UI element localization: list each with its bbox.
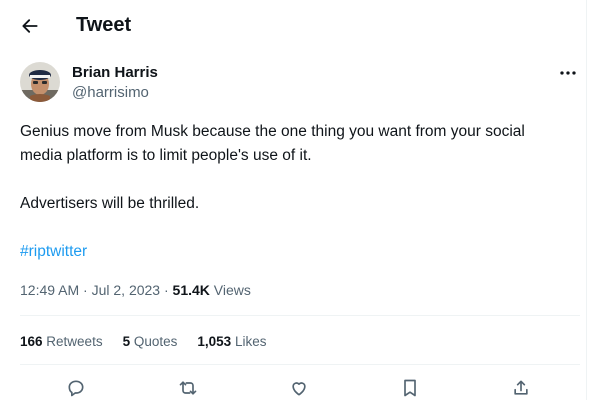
views-label: Views xyxy=(213,282,251,298)
retweets-label: Retweets xyxy=(46,334,103,349)
back-button[interactable] xyxy=(16,12,44,40)
avatar[interactable] xyxy=(20,62,60,102)
timestamp[interactable]: 12:49 AM · Jul 2, 2023 · xyxy=(20,282,173,298)
tweet-paragraph: Genius move from Musk because the one th… xyxy=(20,123,525,164)
like-button[interactable] xyxy=(287,376,311,400)
quotes-label: Quotes xyxy=(133,334,178,349)
bookmark-icon xyxy=(404,379,416,397)
likes-label: Likes xyxy=(234,334,267,349)
hashtag-link[interactable]: #riptwitter xyxy=(20,240,87,264)
likes-stat[interactable]: 1,053 Likes xyxy=(197,332,266,352)
action-bar xyxy=(0,376,586,400)
bookmark-button[interactable] xyxy=(398,376,422,400)
author-name[interactable]: Brian Harris xyxy=(72,63,158,83)
more-button[interactable] xyxy=(556,66,580,80)
divider xyxy=(20,364,580,365)
engagement-stats: 166 Retweets 5 Quotes 1,053 Likes xyxy=(20,332,266,352)
share-icon xyxy=(514,380,528,395)
share-button[interactable] xyxy=(509,376,533,400)
like-icon xyxy=(292,382,306,396)
tweet-text: Genius move from Musk because the one th… xyxy=(20,120,570,212)
retweet-button[interactable] xyxy=(176,376,200,400)
divider xyxy=(20,315,580,316)
page-title: Tweet xyxy=(76,14,132,36)
more-icon xyxy=(560,71,576,75)
back-arrow-icon xyxy=(22,19,38,33)
tweet-meta: 12:49 AM · Jul 2, 2023 · 51.4K Views xyxy=(20,280,251,300)
author-block: Brian Harris @harrisimo xyxy=(72,63,158,103)
retweets-count: 166 xyxy=(20,334,43,349)
tweet-paragraph: Advertisers will be thrilled. xyxy=(20,195,200,212)
quotes-stat[interactable]: 5 Quotes xyxy=(123,332,178,352)
author-handle[interactable]: @harrisimo xyxy=(72,83,158,103)
reply-button[interactable] xyxy=(64,376,88,400)
retweets-stat[interactable]: 166 Retweets xyxy=(20,332,103,352)
quotes-count: 5 xyxy=(122,334,131,349)
views-count: 51.4K xyxy=(172,282,210,298)
tweet-detail-page: Tweet Brian Harris @harrisimo Genius mov… xyxy=(0,0,587,400)
reply-icon xyxy=(68,380,84,397)
top-bar: Tweet xyxy=(0,0,586,52)
retweet-icon xyxy=(179,381,197,395)
likes-count: 1,053 xyxy=(197,334,232,349)
